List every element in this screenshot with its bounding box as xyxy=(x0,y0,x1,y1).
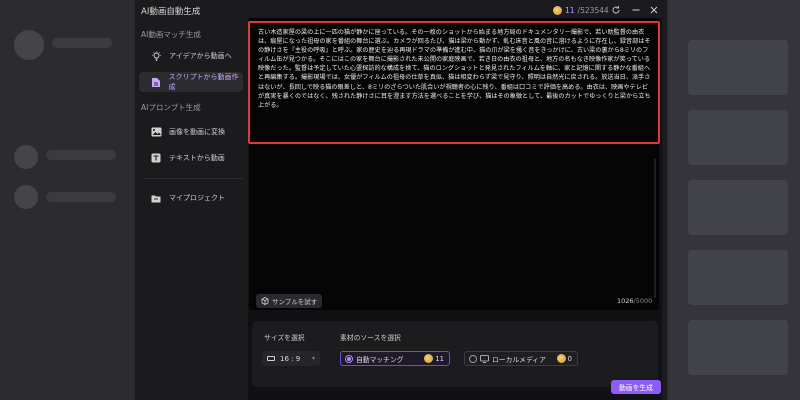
sidebar-item-label: アイデアから動画へ xyxy=(169,52,232,60)
script-icon xyxy=(149,75,163,89)
sidebar-item-text-to-video[interactable]: テキストから動画 xyxy=(139,148,243,168)
background-bar xyxy=(46,192,116,202)
source-option-label: 自動マッチング xyxy=(356,355,404,364)
source-option-auto-match[interactable]: 自動マッチング 11 xyxy=(340,351,450,366)
credits-total: /523544 xyxy=(577,6,609,15)
monitor-icon xyxy=(480,354,489,363)
minimize-icon[interactable] xyxy=(629,3,643,17)
coin-icon xyxy=(424,354,434,363)
refresh-icon[interactable] xyxy=(609,3,623,17)
char-count: 1026 xyxy=(617,297,634,305)
background-card xyxy=(688,110,788,165)
background-left-panel xyxy=(0,0,134,400)
background-card xyxy=(688,180,788,235)
lightbulb-icon xyxy=(149,49,163,63)
sidebar-item-label: テキストから動画 xyxy=(169,154,225,162)
source-option-label: ローカルメディア xyxy=(492,355,546,364)
try-sample-button[interactable]: サンプルを試す xyxy=(256,294,323,308)
aspect-ratio-select[interactable]: 16 : 9 ▾ xyxy=(262,351,320,366)
char-max: /5000 xyxy=(633,297,653,305)
background-avatar xyxy=(14,30,44,60)
sidebar-item-idea-to-video[interactable]: アイデアから動画へ xyxy=(139,46,243,66)
background-card xyxy=(688,40,788,95)
background-avatar xyxy=(14,185,38,209)
text-icon xyxy=(149,151,163,165)
coin-icon xyxy=(553,6,562,15)
cost-value: 11 xyxy=(435,354,444,363)
background-bar xyxy=(46,150,116,160)
background-card xyxy=(688,250,788,305)
sidebar-item-my-projects[interactable]: マイプロジェクト xyxy=(139,188,243,208)
cost-value: 0 xyxy=(567,354,572,363)
aspect-ratio-icon xyxy=(267,356,275,361)
sidebar-item-script-to-video[interactable]: スクリプトから動画作成 xyxy=(139,72,243,92)
close-icon[interactable] xyxy=(647,3,661,17)
section-title-ai-match: AI動画マッチ生成 xyxy=(141,30,201,39)
generate-video-button[interactable]: 動画を生成 xyxy=(611,380,661,394)
cost-badge: 11 xyxy=(424,354,444,363)
size-label: サイズを選択 xyxy=(264,334,305,342)
background-avatar xyxy=(14,145,38,169)
radio-unselected[interactable] xyxy=(469,354,477,363)
image-icon xyxy=(149,125,163,139)
sidebar-item-image-to-video[interactable]: 画像を動画に変換 xyxy=(139,122,243,142)
ai-video-dialog: AI動画自動生成 11/523544 AI動画マッチ生成 アイデアから動画へ ス… xyxy=(134,0,668,400)
cube-icon xyxy=(261,297,269,305)
background-card xyxy=(688,320,788,375)
cost-badge: 0 xyxy=(556,354,572,363)
settings-panel: サイズを選択 16 : 9 ▾ 素材のソースを選択 自動マッチング 11 ローカ… xyxy=(252,321,658,387)
section-title-ai-prompt: AIプロンプト生成 xyxy=(141,103,201,112)
scrollbar[interactable] xyxy=(654,158,656,298)
radio-selected[interactable] xyxy=(345,354,353,363)
highlight-annotation-box xyxy=(248,21,660,144)
char-counter: 1026/5000 xyxy=(617,297,652,305)
main-content: 古い木造家屋の梁の上に一匹の猫が静かに座っている。その一枚のショットから始まる地… xyxy=(248,18,662,400)
credits-display: 11/523544 xyxy=(553,4,609,17)
sidebar-item-label: 画像を動画に変換 xyxy=(169,128,225,136)
source-option-local-media[interactable]: ローカルメディア 0 xyxy=(464,351,578,366)
sidebar-item-label: マイプロジェクト xyxy=(169,194,225,202)
credits-used: 11 xyxy=(565,6,575,15)
sidebar-divider xyxy=(143,178,243,179)
sidebar-item-label: スクリプトから動画作成 xyxy=(168,73,239,91)
sidebar: AI動画マッチ生成 アイデアから動画へ スクリプトから動画作成 AIプロンプト生… xyxy=(135,22,247,400)
coin-icon xyxy=(556,354,566,363)
aspect-ratio-value: 16 : 9 xyxy=(280,354,301,363)
window-title: AI動画自動生成 xyxy=(141,7,201,17)
try-sample-label: サンプルを試す xyxy=(272,298,318,306)
chevron-down-icon: ▾ xyxy=(311,355,315,362)
source-label: 素材のソースを選択 xyxy=(340,334,401,342)
folder-icon xyxy=(149,191,163,205)
background-right-panel xyxy=(668,0,800,400)
background-bar xyxy=(52,38,112,48)
